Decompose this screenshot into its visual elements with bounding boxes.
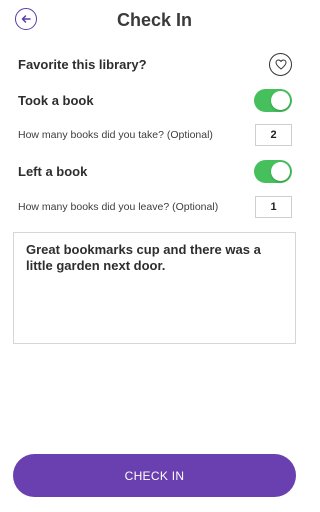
toggle-knob (271, 90, 290, 110)
took-book-row: Took a book (18, 88, 292, 112)
favorite-button[interactable] (269, 52, 292, 76)
notes-textarea[interactable]: Great bookmarks cup and there was a litt… (13, 232, 296, 344)
took-count-question: How many books did you take? (Optional) (18, 129, 213, 141)
took-book-label: Took a book (18, 92, 94, 108)
favorite-row: Favorite this library? (18, 52, 292, 76)
page-title: Check In (116, 10, 193, 30)
left-count-input[interactable]: 1 (255, 196, 292, 218)
heart-outline-icon (275, 59, 286, 69)
left-count-row: How many books did you leave? (Optional)… (18, 196, 292, 218)
took-count-input[interactable]: 2 (255, 124, 292, 146)
check-in-screen: Check In Favorite this library? Took a b… (0, 0, 309, 512)
took-book-toggle[interactable] (254, 88, 292, 112)
left-book-label: Left a book (18, 163, 88, 179)
check-in-button[interactable]: CHECK IN (13, 454, 296, 497)
left-count-question: How many books did you leave? (Optional) (18, 201, 219, 213)
left-book-toggle[interactable] (254, 159, 292, 183)
header: Check In (0, 0, 309, 44)
took-count-row: How many books did you take? (Optional) … (18, 124, 292, 146)
favorite-label: Favorite this library? (18, 56, 147, 72)
toggle-knob (271, 161, 290, 181)
left-book-row: Left a book (18, 159, 292, 183)
